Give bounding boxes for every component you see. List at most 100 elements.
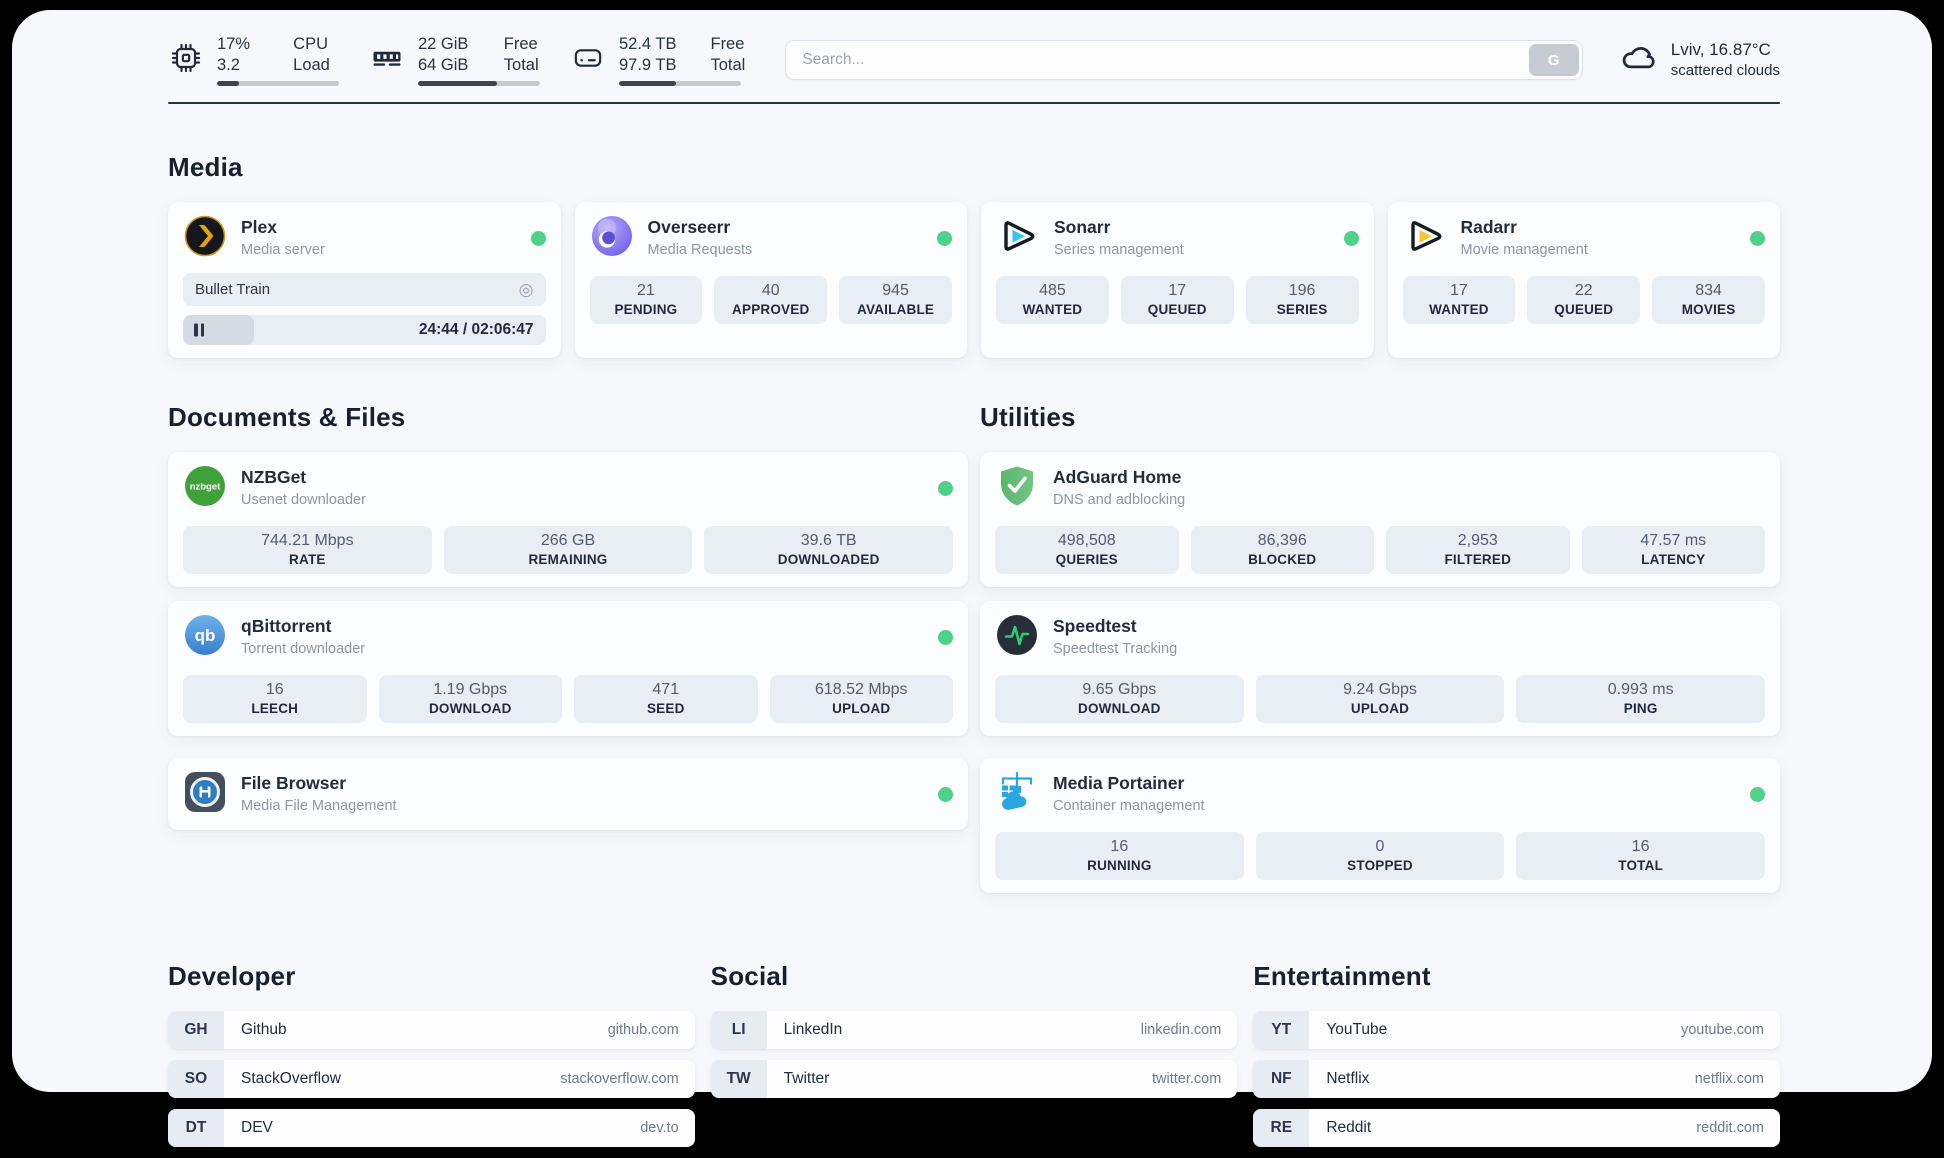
speedtest-icon <box>995 613 1039 662</box>
app-desc: Series management <box>1054 242 1184 259</box>
app-card-qbittorrent[interactable]: qb qBittorrent Torrent downloader 16 LEEC… <box>168 601 968 737</box>
stat-tile: 471 SEED <box>574 675 758 724</box>
stat-tile: 22 QUEUED <box>1527 276 1641 325</box>
weather-widget: Lviv, 16.87°C scattered clouds <box>1617 37 1780 84</box>
stat-tile: 834 MOVIES <box>1652 276 1765 325</box>
section-title-documents: Documents & Files <box>168 402 406 433</box>
weather-location-temp: Lviv, 16.87°C <box>1670 40 1771 60</box>
playback-time: 24:44 / 02:06:47 <box>418 321 534 339</box>
link-group-developer: Developer GH Github github.com SO StackO… <box>168 961 695 1158</box>
app-card-radarr[interactable]: Radarr Movie management 17 WANTED 22 QUEUE… <box>1387 202 1780 359</box>
search-engine-button[interactable]: G <box>1528 44 1579 77</box>
stat-tile: 945 AVAILABLE <box>839 276 952 325</box>
link-url: reddit.com <box>1696 1120 1764 1137</box>
app-desc: Container management <box>1053 798 1205 815</box>
disk-stat-widget: 52.4 TB Free 97.9 TB Total <box>570 34 745 87</box>
svg-text:nzbget: nzbget <box>190 481 221 492</box>
link-name: Twitter <box>783 1070 830 1088</box>
search-area: G <box>785 40 1583 81</box>
link-url: netflix.com <box>1694 1071 1764 1088</box>
status-dot <box>938 629 953 645</box>
link-dev[interactable]: DT DEV dev.to <box>168 1109 695 1148</box>
link-url: twitter.com <box>1152 1071 1222 1088</box>
link-reddit[interactable]: RE Reddit reddit.com <box>1253 1109 1780 1148</box>
app-card-filebrowser[interactable]: File Browser Media File Management <box>168 758 968 831</box>
app-name: Overseerr <box>647 217 731 238</box>
ram-free: 22 GiB <box>418 35 469 53</box>
stat-tile: 485 WANTED <box>996 276 1109 325</box>
app-card-overseerr[interactable]: Overseerr Media Requests 21 PENDING 40 APP… <box>574 202 967 359</box>
qbittorrent-icon: qb <box>183 613 227 662</box>
link-abbr: YT <box>1253 1011 1310 1050</box>
stat-tile: 40 APPROVED <box>714 276 828 325</box>
adguard-icon <box>995 464 1039 513</box>
cpu-percent: 17% <box>217 35 251 53</box>
cpu-icon <box>168 40 204 81</box>
app-card-nzbget[interactable]: nzbget NZBGet Usenet downloader 744.21 M… <box>168 452 968 588</box>
stat-tile: 266 GB REMAINING <box>443 526 693 575</box>
app-name: qBittorrent <box>241 616 332 637</box>
link-url: dev.to <box>640 1120 679 1137</box>
link-group-social: Social LI LinkedIn linkedin.com TW Twitt… <box>710 961 1238 1158</box>
stat-tile: 17 QUEUED <box>1120 276 1234 325</box>
now-playing-row: Bullet Train ◎ <box>183 273 546 307</box>
app-card-speedtest[interactable]: Speedtest Speedtest Tracking 9.65 Gbps DO… <box>980 601 1780 737</box>
nzbget-icon: nzbget <box>183 464 227 513</box>
stat-tile: 39.6 TB DOWNLOADED <box>704 526 953 575</box>
app-desc: Speedtest Tracking <box>1053 641 1178 658</box>
ram-progress-bar <box>418 81 540 87</box>
pause-icon[interactable] <box>194 323 204 337</box>
stat-tile: 744.21 Mbps RATE <box>183 526 432 575</box>
section-title-entertainment: Entertainment <box>1253 961 1431 992</box>
ram-total: 64 GiB <box>418 56 469 75</box>
link-name: DEV <box>241 1119 273 1137</box>
link-github[interactable]: GH Github github.com <box>168 1011 695 1050</box>
link-twitter[interactable]: TW Twitter twitter.com <box>710 1060 1238 1099</box>
status-dot <box>1343 230 1359 246</box>
stat-tile: 618.52 Mbps UPLOAD <box>769 675 953 724</box>
link-youtube[interactable]: YT YouTube youtube.com <box>1253 1011 1780 1050</box>
status-dot <box>530 230 546 246</box>
app-desc: Media File Management <box>241 798 397 815</box>
disk-free: 52.4 TB <box>619 35 677 53</box>
filebrowser-icon <box>183 770 227 819</box>
link-abbr: NF <box>1253 1060 1310 1099</box>
link-abbr: SO <box>168 1060 224 1099</box>
link-abbr: RE <box>1253 1109 1310 1148</box>
app-desc: Media server <box>241 242 325 259</box>
link-group-entertainment: Entertainment YT YouTube youtube.com NF … <box>1253 961 1780 1158</box>
link-name: Github <box>241 1021 287 1039</box>
app-card-portainer[interactable]: Media Portainer Container management 16 R… <box>980 758 1780 894</box>
stat-tile: 16 RUNNING <box>995 832 1244 881</box>
app-card-plex[interactable]: Plex Media server Bullet Train ◎ 24:44 /… <box>168 202 561 359</box>
link-linkedin[interactable]: LI LinkedIn linkedin.com <box>710 1011 1238 1050</box>
plex-icon <box>183 214 227 263</box>
playback-progress: 24:44 / 02:06:47 <box>183 315 546 346</box>
section-title-developer: Developer <box>168 961 296 992</box>
now-playing-title: Bullet Train <box>195 281 271 299</box>
svg-text:qb: qb <box>195 626 216 645</box>
status-dot <box>938 786 953 802</box>
app-name: AdGuard Home <box>1053 467 1182 488</box>
ram-label-top: Free <box>503 35 538 53</box>
link-url: youtube.com <box>1680 1022 1764 1039</box>
link-abbr: LI <box>710 1011 767 1050</box>
search-input[interactable] <box>786 51 1529 70</box>
link-netflix[interactable]: NF Netflix netflix.com <box>1253 1060 1780 1099</box>
portainer-icon <box>995 770 1039 819</box>
header-divider <box>168 102 1780 105</box>
session-icon[interactable]: ◎ <box>519 281 534 298</box>
status-dot <box>1750 786 1765 802</box>
app-card-adguard[interactable]: AdGuard Home DNS and adblocking 498,508 Q… <box>980 452 1780 588</box>
app-desc: Torrent downloader <box>241 641 366 658</box>
link-name: LinkedIn <box>783 1021 843 1039</box>
status-dot <box>937 230 952 246</box>
app-name: Plex <box>241 217 277 238</box>
link-abbr: DT <box>168 1109 224 1148</box>
cpu-label-top: CPU <box>293 35 328 53</box>
section-title-utilities: Utilities <box>980 402 1076 433</box>
section-title-media: Media <box>168 152 243 183</box>
app-card-sonarr[interactable]: Sonarr Series management 485 WANTED 17 QUE… <box>981 202 1374 359</box>
link-stackoverflow[interactable]: SO StackOverflow stackoverflow.com <box>168 1060 695 1099</box>
link-abbr: GH <box>168 1011 224 1050</box>
